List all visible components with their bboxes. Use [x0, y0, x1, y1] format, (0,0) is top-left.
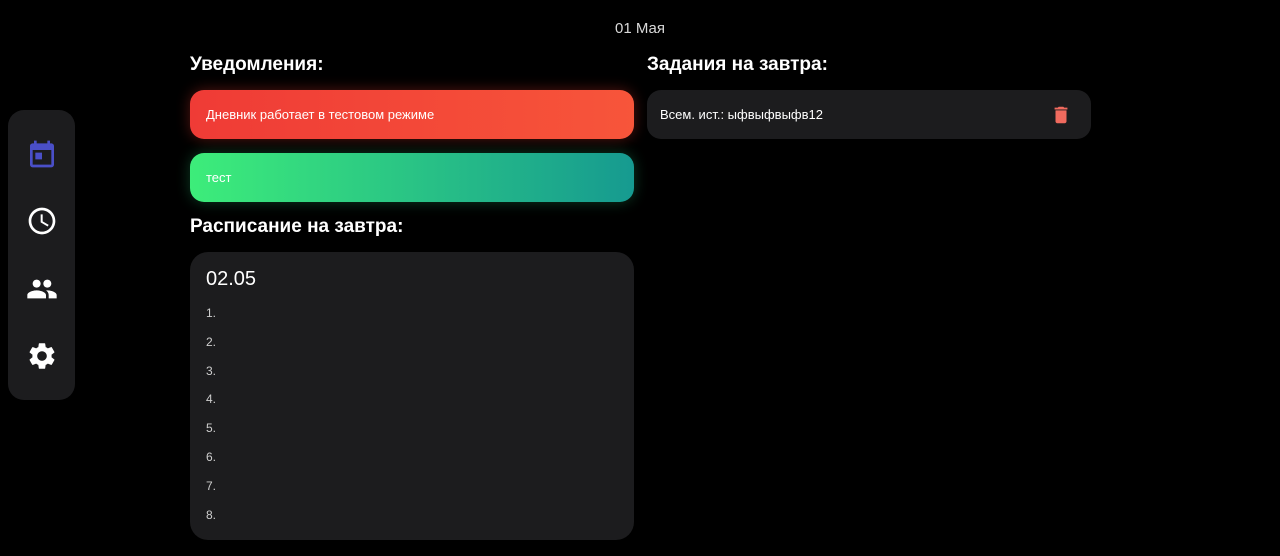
lesson-row: 2.: [206, 334, 217, 349]
notifications-title: Уведомления:: [190, 54, 324, 75]
notification-text: тест: [206, 170, 232, 185]
lesson-row: 3.: [206, 363, 217, 378]
schedule-card: 02.05 1. 2. 3. 4. 5. 6. 7. 8.: [190, 252, 634, 540]
nav-clock-button[interactable]: [20, 199, 64, 243]
lesson-row: 1.: [206, 306, 217, 320]
gear-icon: [29, 343, 54, 370]
nav-calendar-button[interactable]: [20, 132, 64, 176]
lesson-row: 7.: [206, 478, 217, 493]
clock-icon: [28, 207, 55, 235]
lesson-row: 4.: [206, 392, 217, 407]
sidebar: [8, 110, 75, 400]
task-text: Всем. ист.: ыфвыфвыфв12: [660, 107, 823, 122]
delete-task-button[interactable]: [1047, 101, 1075, 129]
schedule-date: 02.05: [206, 268, 257, 290]
tasks-title: Задания на завтра:: [647, 54, 828, 75]
people-icon: [26, 279, 57, 299]
notification-item[interactable]: тест: [190, 153, 634, 202]
nav-settings-button[interactable]: [20, 334, 64, 378]
lesson-row: 8.: [206, 507, 217, 522]
nav-people-button[interactable]: [20, 267, 64, 311]
notification-item[interactable]: Дневник работает в тестовом режиме: [190, 90, 634, 139]
current-date: 01 Мая: [615, 20, 665, 37]
lesson-row: 6.: [206, 449, 217, 464]
schedule-title: Расписание на завтра:: [190, 216, 404, 237]
trash-icon: [1054, 106, 1068, 123]
page: 01 Мая Уведомления: Дневник работает в т…: [0, 0, 1280, 556]
calendar-icon: [29, 140, 54, 168]
task-item[interactable]: Всем. ист.: ыфвыфвыфв12: [647, 90, 1091, 139]
lesson-row: 5.: [206, 421, 217, 436]
notification-text: Дневник работает в тестовом режиме: [206, 107, 435, 122]
